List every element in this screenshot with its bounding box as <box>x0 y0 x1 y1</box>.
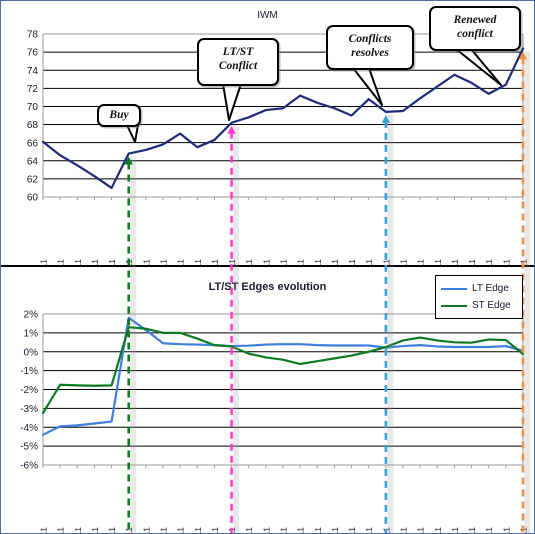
marker-shadow <box>233 125 240 533</box>
callout-resolves-line2: resolves <box>351 46 389 59</box>
callout-conflicts-resolves[interactable]: Conflicts resolves <box>326 25 414 70</box>
callout-renewed-conflict[interactable]: Renewed conflict <box>429 6 521 51</box>
callout-renewed-line2: conflict <box>457 27 493 40</box>
chart-figure: IWM 606264666870727476789/29/20119/30/20… <box>0 0 535 534</box>
callout-buy[interactable]: Buy <box>97 104 141 127</box>
legend-label-st-edge: ST Edge <box>472 300 511 311</box>
legend-swatch-st-edge <box>441 304 467 307</box>
callout-ltst-conflict[interactable]: LT/ST Conflict <box>197 38 279 86</box>
callout-buy-label: Buy <box>109 109 129 121</box>
marker-shadow <box>524 51 531 533</box>
callout-ltst-line1: LT/ST <box>222 46 254 58</box>
marker-shadow <box>130 156 137 533</box>
legend-label-lt-edge: LT Edge <box>472 283 509 294</box>
legend-item-lt-edge[interactable]: LT Edge <box>441 280 516 297</box>
callout-renewed-line1: Renewed <box>453 14 497 26</box>
callout-ltst-line2: Conflict <box>218 59 258 72</box>
marker-shadow <box>387 114 394 533</box>
legend-item-st-edge[interactable]: ST Edge <box>441 297 516 314</box>
callout-resolves-line1: Conflicts <box>348 33 392 45</box>
legend-swatch-lt-edge <box>441 287 467 290</box>
bottom-chart-legend: LT Edge ST Edge <box>435 275 523 319</box>
